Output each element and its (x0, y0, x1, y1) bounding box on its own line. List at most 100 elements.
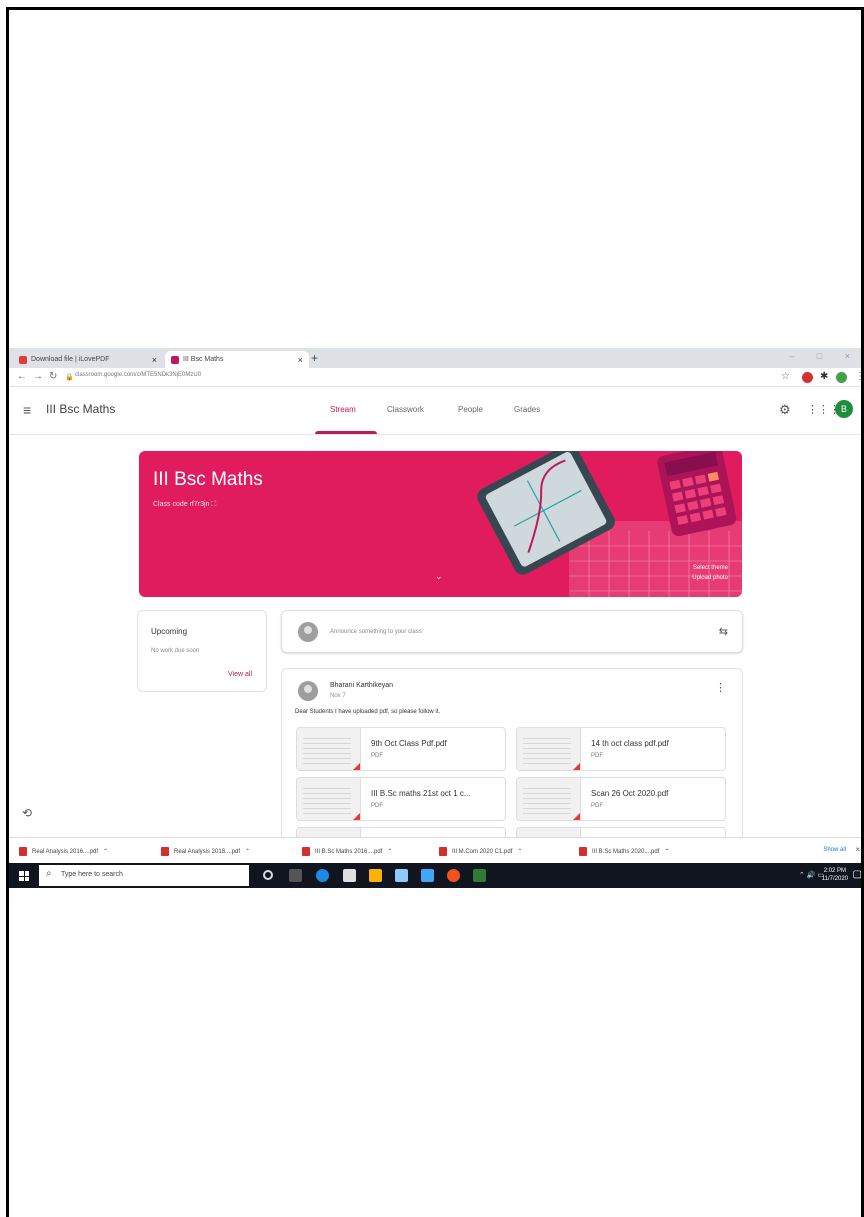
attachment-card[interactable]: 14 th oct class pdf.pdf PDF (516, 727, 726, 771)
banner-class-title: III Bsc Maths (153, 469, 263, 490)
more-options-icon[interactable]: ⋮ (715, 681, 726, 694)
store-icon[interactable] (343, 869, 356, 882)
clock-date: 11/7/2020 (821, 876, 848, 882)
chevron-up-icon[interactable]: ⌃ (245, 848, 250, 855)
browser-tab-ilovepdf[interactable]: Download file | iLovePDF × (13, 351, 163, 368)
puzzle-icon[interactable]: ✱ (820, 371, 828, 382)
tab-label: Download file | iLovePDF (31, 356, 110, 363)
avatar[interactable]: B (835, 400, 853, 418)
attachment-name: 9th Oct Class Pdf.pdf (371, 739, 447, 748)
taskbar-clock[interactable]: 2:02 PM 11/7/2020 (822, 867, 848, 883)
lock-icon: 🔒 (65, 374, 74, 381)
repost-icon[interactable]: ⇆ (719, 625, 728, 638)
pdf-file-icon (302, 847, 310, 856)
download-filename: III B.Sc Maths 2020....pdf (592, 848, 660, 855)
download-item[interactable]: III M.Com 2020 C1.pdf ⌃ (439, 847, 522, 856)
download-item[interactable]: III B.Sc Maths 2020....pdf ⌃ (579, 847, 669, 856)
tab-stream[interactable]: Stream (330, 405, 356, 414)
attachment-card[interactable]: III B.Sc maths 21st oct 1 c... PDF (296, 777, 506, 821)
address-bar: ← → ↻ 🔒 classroom.google.com/c/MTE5NDk3N… (9, 368, 861, 387)
attachment-card[interactable]: 9th Oct Class Pdf.pdf PDF (296, 727, 506, 771)
window-controls[interactable]: – □ × (789, 351, 860, 361)
star-icon[interactable]: ☆ (781, 371, 790, 382)
paint-icon[interactable] (395, 869, 408, 882)
close-tab-icon[interactable]: × (298, 355, 303, 365)
task-view-icon[interactable] (289, 869, 302, 882)
attachment-name: III B.Sc maths 21st oct 1 c... (371, 789, 471, 798)
chevron-up-icon[interactable]: ⌃ (387, 848, 392, 855)
pdf-thumbnail (517, 728, 581, 770)
history-icon[interactable]: ⟲ (22, 806, 32, 820)
pdf-file-icon (439, 847, 447, 856)
search-placeholder: Type here to search (61, 871, 123, 878)
screenshot: Download file | iLovePDF × III Bsc Maths… (9, 348, 861, 888)
excel-icon[interactable] (473, 869, 486, 882)
mail-icon[interactable] (421, 869, 434, 882)
tab-label: III Bsc Maths (183, 356, 224, 363)
tab-people[interactable]: People (458, 405, 483, 414)
attachment-card[interactable]: Scan 26 Oct 2020.pdf PDF (516, 777, 726, 821)
attachment-type: PDF (591, 803, 603, 809)
windows-start-icon[interactable] (19, 871, 29, 881)
attachment-name: Scan 26 Oct 2020.pdf (591, 789, 669, 798)
attachment-type: PDF (371, 803, 383, 809)
chevron-up-icon[interactable]: ⌃ (664, 848, 669, 855)
downloads-bar: Real Analysis 2016....pdf ⌃ Real Analysi… (9, 837, 861, 863)
browser-tab-classroom[interactable]: III Bsc Maths × (165, 351, 309, 368)
extension-icon[interactable] (802, 372, 813, 383)
chevron-up-icon[interactable]: ⌃ (103, 848, 108, 855)
notification-icon[interactable]: ▢ (853, 869, 861, 880)
tab-grades[interactable]: Grades (514, 405, 540, 414)
class-code[interactable]: Class code rf7r3jn ⛶ (153, 501, 216, 509)
pdf-thumbnail (517, 778, 581, 820)
taskbar-search[interactable]: ⌕ Type here to search (39, 865, 249, 886)
show-all-button[interactable]: Show all (823, 847, 846, 853)
new-tab-button[interactable]: + (311, 351, 318, 365)
upload-photo-link[interactable]: Upload photo (692, 573, 728, 583)
pdf-thumbnail (297, 778, 361, 820)
pdf-thumbnail (297, 728, 361, 770)
page-frame: Download file | iLovePDF × III Bsc Maths… (6, 7, 864, 1217)
announce-placeholder[interactable]: Announce something to your class (330, 629, 422, 635)
system-tray[interactable]: ⌃ 🔊 ▭ (799, 871, 824, 879)
gear-icon[interactable]: ⚙ (779, 402, 791, 418)
hamburger-menu-icon[interactable]: ≡ (23, 402, 31, 418)
upcoming-card: Upcoming No work due soon View all (137, 610, 267, 692)
file-explorer-icon[interactable] (369, 869, 382, 882)
tab-classwork[interactable]: Classwork (387, 405, 424, 414)
class-banner: III Bsc Maths Class code rf7r3jn ⛶ ⌄ Sel… (139, 451, 742, 597)
forward-icon[interactable]: → (33, 371, 43, 382)
close-icon[interactable]: × (855, 845, 860, 854)
download-item[interactable]: Real Analysis 2016....pdf ⌃ (19, 847, 108, 856)
edge-icon[interactable] (316, 869, 329, 882)
url-field[interactable]: classroom.google.com/c/MTE5NDk3NjE0MzU0 (75, 372, 201, 378)
attachment-name: 14 th oct class pdf.pdf (591, 739, 669, 748)
cortana-icon[interactable] (263, 870, 273, 880)
close-tab-icon[interactable]: × (152, 355, 157, 365)
download-filename: Real Analysis 2018....pdf (174, 848, 241, 855)
post-date: Nov 7 (330, 693, 346, 699)
attachment-type: PDF (371, 753, 383, 759)
back-icon[interactable]: ← (17, 371, 27, 382)
pdf-file-icon (579, 847, 587, 856)
author-avatar (298, 681, 318, 701)
download-filename: III M.Com 2020 C1.pdf (452, 848, 513, 855)
chevron-up-icon[interactable]: ⌃ (517, 848, 522, 855)
pdf-file-icon (161, 847, 169, 856)
download-item[interactable]: III B.Sc Maths 2016....pdf ⌃ (302, 847, 392, 856)
profile-icon[interactable] (836, 372, 847, 383)
upcoming-subtitle: No work due soon (151, 648, 200, 654)
reload-icon[interactable]: ↻ (49, 371, 57, 382)
download-item[interactable]: Real Analysis 2018....pdf ⌃ (161, 847, 250, 856)
windows-taskbar: ⌕ Type here to search ⌃ 🔊 ▭ 2:02 PM 11/7… (9, 863, 861, 888)
chevron-down-icon[interactable]: ⌄ (435, 571, 443, 582)
announce-box[interactable]: Announce something to your class ⇆ (281, 610, 743, 653)
menu-dots-icon[interactable]: ⋮ (855, 371, 861, 382)
upcoming-title: Upcoming (151, 627, 188, 636)
chrome-icon[interactable] (447, 869, 460, 882)
class-title[interactable]: III Bsc Maths (46, 402, 115, 416)
active-tab-indicator (315, 431, 377, 434)
ilovepdf-icon (19, 355, 27, 364)
select-theme-link[interactable]: Select theme (692, 563, 728, 573)
view-all-link[interactable]: View all (228, 671, 252, 678)
